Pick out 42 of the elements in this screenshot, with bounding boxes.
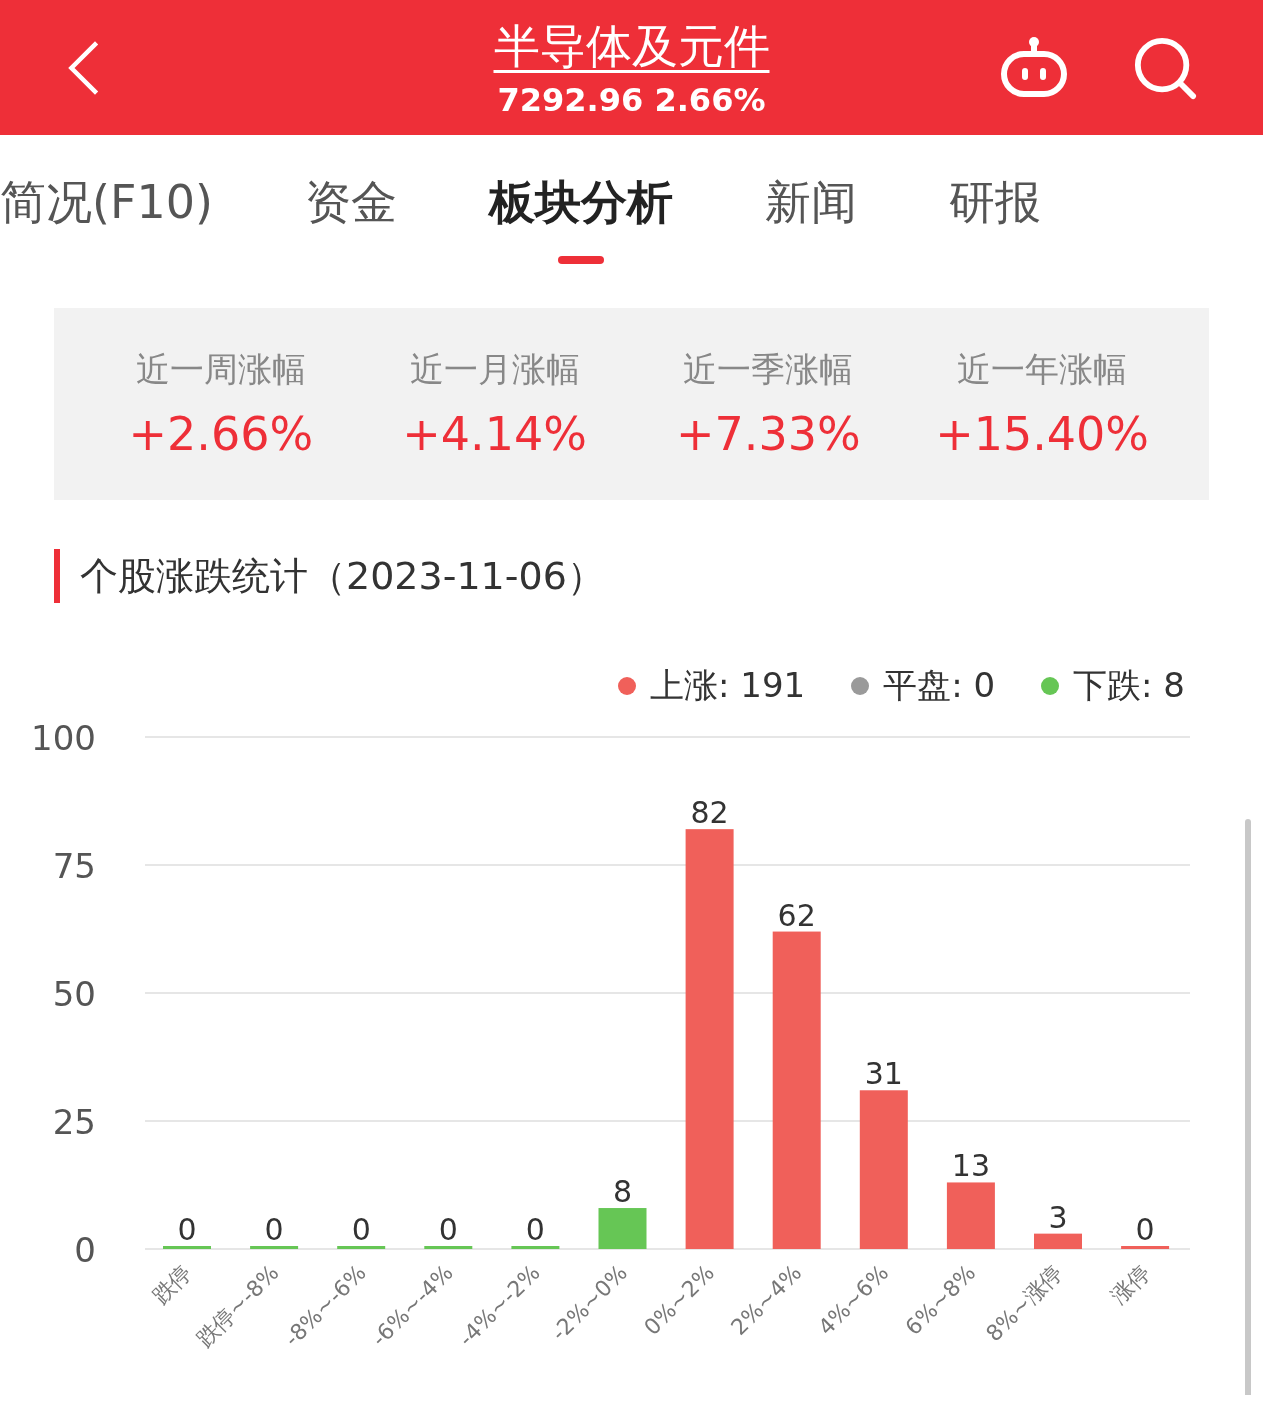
y-tick-label: 100 [31,718,96,758]
section-marker [54,549,60,603]
stat-value: +2.66% [128,407,314,461]
y-tick-label: 75 [52,846,96,886]
bar-value-label: 0 [351,1212,371,1247]
legend-label: 下跌: 8 [1073,664,1185,707]
bar-value-label: 82 [690,795,729,831]
tab[interactable]: 板块分析 [488,131,673,274]
stat-label: 近一年涨幅 [957,348,1128,391]
section-title: 个股涨跌统计（2023-11-06） [80,552,605,600]
stat-label: 近一月涨幅 [409,348,580,391]
x-tick-label: 涨停 [1105,1259,1155,1309]
tab[interactable]: 资金 [304,131,397,274]
stat-label: 近一周涨幅 [135,348,306,391]
tab[interactable]: 简况(F10) [0,131,213,274]
y-tick-label: 0 [74,1230,96,1270]
search-icon[interactable] [1133,36,1197,100]
bar-value-label: 0 [1135,1212,1155,1247]
bar-value-label: 13 [951,1148,990,1184]
tab[interactable]: 新闻 [764,131,857,274]
sector-quote: 7292.96 2.66% [497,79,766,121]
stat-value: +4.14% [402,407,587,461]
legend-label: 上涨: 191 [650,664,806,707]
stat-value: +15.40% [935,407,1150,461]
bar-value-label: 31 [864,1056,903,1092]
bar-value-label: 0 [177,1212,197,1247]
bar-value-label: 0 [525,1212,545,1247]
legend-label: 平盘: 0 [883,664,996,707]
sector-title[interactable]: 半导体及元件 [493,13,770,78]
bar-value-label: 62 [777,897,816,933]
y-tick-label: 25 [52,1102,96,1142]
stat-label: 近一季涨幅 [683,348,854,391]
stat-value: +7.33% [676,407,861,461]
bar-value-label: 3 [1048,1199,1068,1235]
robot-icon[interactable] [998,36,1070,100]
tab[interactable]: 研报 [948,131,1041,274]
bar-value-label: 0 [264,1212,284,1247]
bar-value-label: 8 [612,1174,633,1210]
y-tick-label: 50 [52,974,96,1014]
x-tick-label: 跌停 [147,1259,197,1309]
bar-value-label: 0 [438,1212,458,1247]
scroll-bar[interactable] [1245,819,1251,1395]
